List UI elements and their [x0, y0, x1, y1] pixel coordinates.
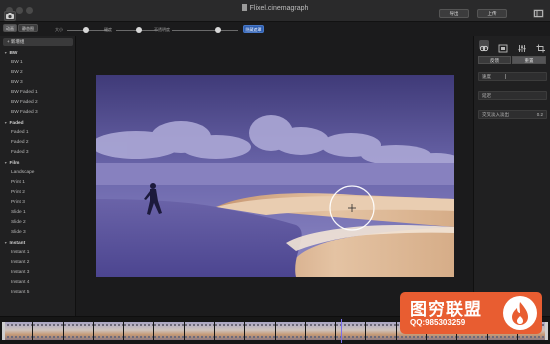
playhead[interactable]: [341, 319, 342, 343]
upload-button[interactable]: 上传: [477, 9, 507, 18]
new-group-button[interactable]: + 新增组: [3, 38, 73, 46]
preset-item[interactable]: Slide 1: [0, 208, 76, 218]
hardness-slider-label: 硬度: [104, 27, 112, 32]
crossfade-value[interactable]: 0.2: [537, 111, 543, 118]
loop-icon: [479, 45, 489, 52]
disclosure-triangle-icon[interactable]: ▼: [4, 48, 7, 58]
preset-item[interactable]: BW 1: [0, 58, 76, 68]
preset-item[interactable]: Instant 5: [0, 288, 76, 298]
preset-group-film: ▼ Film Landscape Print 1 Print 2 Print 3 …: [0, 158, 76, 238]
preset-item[interactable]: Print 2: [0, 188, 76, 198]
preset-item[interactable]: BW 3: [0, 78, 76, 88]
crop-button[interactable]: [536, 40, 546, 53]
preset-item[interactable]: Instant 1: [0, 248, 76, 258]
speed-field[interactable]: 速度: [478, 72, 547, 81]
opacity-slider-label: 不透明度: [154, 27, 170, 32]
film-frame: [124, 322, 154, 340]
preset-item[interactable]: Faded 3: [0, 148, 76, 158]
delay-field[interactable]: 延迟: [478, 91, 547, 100]
preset-item[interactable]: Slide 3: [0, 228, 76, 238]
size-slider-knob[interactable]: [82, 27, 89, 33]
film-frame: [305, 322, 336, 340]
preset-item[interactable]: BW 2: [0, 68, 76, 78]
group-title-text: Faded: [9, 121, 24, 126]
delay-label: 延迟: [482, 93, 491, 98]
preset-item[interactable]: Instant 2: [0, 258, 76, 268]
reset-tab[interactable]: 重置: [512, 56, 546, 64]
camera-button[interactable]: [4, 11, 16, 21]
preset-group-instant: ▼ Instant Instant 1 Instant 2 Instant 3 I…: [0, 238, 76, 298]
group-title-text: Film: [9, 161, 20, 166]
preset-item[interactable]: BW Faded 2: [0, 98, 76, 108]
sliders-icon: [518, 45, 526, 52]
filter-button[interactable]: [498, 40, 508, 53]
film-frame: [33, 322, 63, 340]
feedback-tab[interactable]: 反馈: [478, 56, 511, 64]
flame-logo-icon: [512, 302, 528, 325]
watermark-logo: [503, 296, 537, 330]
preset-item[interactable]: Print 3: [0, 198, 76, 208]
trim-end-handle[interactable]: [545, 322, 548, 340]
panel-toggle-icon: [534, 10, 543, 17]
film-frame: [93, 322, 124, 340]
preset-item[interactable]: BW Faded 1: [0, 88, 76, 98]
preset-item[interactable]: BW Faded 3: [0, 108, 76, 118]
group-title-faded[interactable]: ▼ Faded: [0, 118, 76, 128]
preset-group-faded: ▼ Faded Faded 1 Faded 2 Faded 3: [0, 118, 76, 158]
watermark: 图穷联盟 QQ:985303259: [400, 292, 542, 334]
adjust-button[interactable]: [517, 40, 527, 52]
loop-mode-button[interactable]: [479, 40, 489, 52]
trim-start-handle[interactable]: [2, 322, 5, 340]
group-title-text: BW: [9, 51, 18, 56]
preset-item[interactable]: Faded 2: [0, 138, 76, 148]
preset-item[interactable]: Instant 4: [0, 278, 76, 288]
film-frame: [366, 322, 396, 340]
preset-item[interactable]: Landscape: [0, 168, 76, 178]
film-frame: [154, 322, 184, 340]
size-slider-label: 大小: [55, 27, 63, 32]
film-frame: [275, 322, 306, 340]
watermark-title: 图穷联盟: [410, 300, 482, 319]
preset-item[interactable]: Instant 3: [0, 268, 76, 278]
film-frame: [184, 322, 215, 340]
right-panel: 反馈 重置 速度 延迟 交叉淡入淡出 0.2: [473, 36, 550, 316]
watermark-subtitle: QQ:985303259: [410, 318, 466, 327]
hide-mask-button[interactable]: 隐藏遮罩: [243, 25, 264, 33]
group-title-instant[interactable]: ▼ Instant: [0, 238, 76, 248]
group-title-film[interactable]: ▼ Film: [0, 158, 76, 168]
disclosure-triangle-icon[interactable]: ▼: [4, 158, 7, 168]
film-frame: [245, 322, 275, 340]
export-button[interactable]: 导出: [439, 9, 469, 18]
disclosure-triangle-icon[interactable]: ▼: [4, 238, 7, 248]
hardness-slider-knob[interactable]: [136, 27, 143, 33]
preset-item[interactable]: Faded 1: [0, 128, 76, 138]
crossfade-label: 交叉淡入淡出: [482, 112, 509, 117]
cinemagraph-canvas[interactable]: [96, 75, 454, 277]
group-title-text: Instant: [9, 241, 26, 246]
speed-slider-marker[interactable]: [505, 74, 506, 79]
film-frame: [63, 322, 94, 340]
still-view-button[interactable]: 静态图: [18, 24, 38, 32]
image-filter-icon: [498, 44, 508, 53]
opacity-slider[interactable]: 不透明度: [154, 26, 240, 34]
preset-item[interactable]: Print 1: [0, 178, 76, 188]
presets-sidebar: + 新增组 ▼ BW BW 1 BW 2 BW 3 BW Faded 1 BW F…: [0, 36, 76, 316]
disclosure-triangle-icon[interactable]: ▼: [4, 118, 7, 128]
crop-icon: [536, 44, 545, 53]
preset-group-bw: ▼ BW BW 1 BW 2 BW 3 BW Faded 1 BW Faded 2…: [0, 48, 76, 118]
animation-view-button[interactable]: 动画: [3, 24, 17, 32]
speed-label: 速度: [482, 74, 491, 79]
preset-item[interactable]: Slide 2: [0, 218, 76, 228]
camera-icon: [6, 13, 14, 19]
group-title-bw[interactable]: ▼ BW: [0, 48, 76, 58]
film-frame: [214, 322, 245, 340]
opacity-slider-knob[interactable]: [215, 27, 222, 33]
sidebar-toggle-button[interactable]: [533, 9, 544, 18]
film-frame: [3, 322, 33, 340]
beach-photo-image: [96, 75, 454, 277]
opacity-slider-track[interactable]: [172, 30, 238, 31]
crossfade-field[interactable]: 交叉淡入淡出 0.2: [478, 110, 547, 119]
